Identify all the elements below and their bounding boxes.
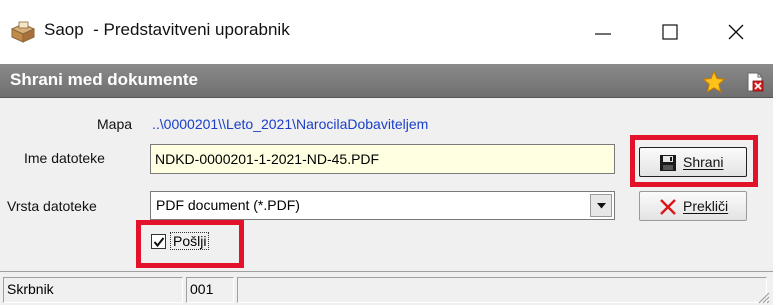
filetype-label: Vrsta datoteke [7, 198, 97, 214]
filetype-select[interactable]: PDF document (*.PDF) [150, 191, 615, 220]
status-bar: Skrbnik 001 [0, 271, 773, 305]
cancel-button[interactable]: Prekliči [639, 191, 747, 221]
maximize-button[interactable] [640, 10, 700, 54]
folder-label: Mapa [97, 116, 133, 132]
filename-label: Ime datoteke [24, 150, 105, 166]
close-icon [728, 24, 744, 40]
folder-path: ..\0000201\\Leto_2021\NarocilaDobavitelj… [152, 116, 429, 132]
dialog-title: Shrani med dokumente [10, 70, 198, 89]
dialog-header: Shrani med dokumente [0, 64, 773, 98]
minimize-button[interactable] [573, 10, 633, 54]
star-icon[interactable] [702, 70, 726, 94]
document-close-icon[interactable] [744, 71, 766, 93]
status-code: 001 [186, 277, 234, 303]
window-titlebar: Saop - Predstavitveni uporabnik [0, 0, 773, 64]
chevron-down-icon [597, 203, 606, 209]
dropdown-button[interactable] [590, 194, 612, 217]
status-message [237, 277, 767, 303]
send-highlight-frame [136, 220, 244, 268]
cancel-button-label: Prekliči [683, 198, 729, 214]
minimize-icon [595, 33, 611, 35]
status-user: Skrbnik [3, 277, 183, 303]
close-window-button[interactable] [706, 10, 766, 54]
save-highlight-frame [630, 135, 758, 187]
window-title: Saop - Predstavitveni uporabnik [44, 20, 290, 39]
filetype-selected-value: PDF document (*.PDF) [156, 197, 300, 213]
resize-grip-icon[interactable] [756, 290, 770, 304]
filename-input[interactable]: NDKD-0000201-1-2021-ND-45.PDF [150, 144, 615, 174]
app-icon [10, 20, 36, 44]
cancel-x-icon [659, 198, 677, 216]
maximize-icon [662, 24, 678, 40]
